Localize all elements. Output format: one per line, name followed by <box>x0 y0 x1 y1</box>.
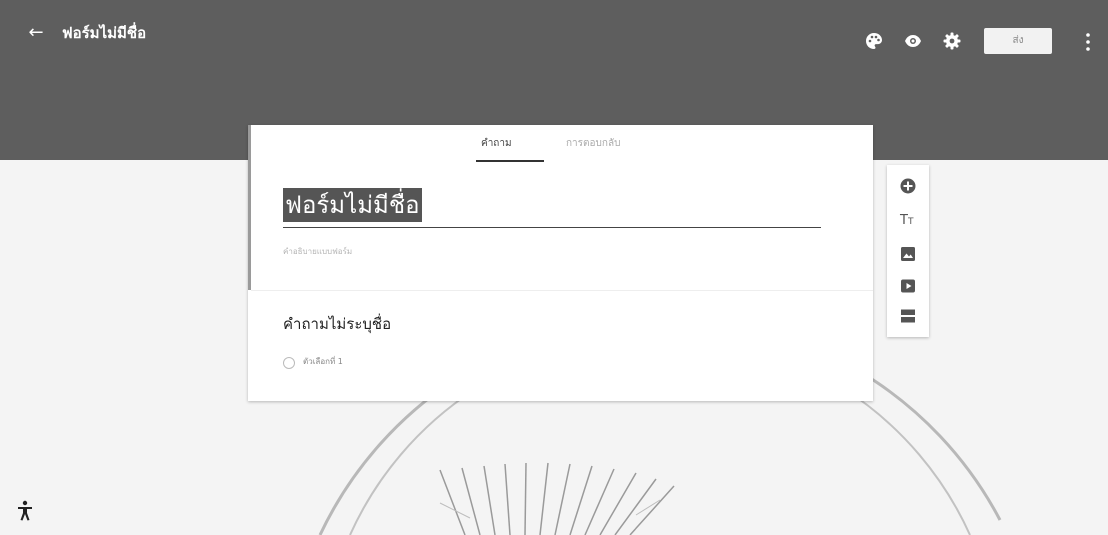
option-radio[interactable] <box>283 357 295 369</box>
send-button[interactable]: ส่ง <box>984 28 1052 54</box>
title-underline <box>283 227 821 228</box>
arrow-left-icon: ← <box>28 22 44 43</box>
add-circle-icon[interactable] <box>898 176 918 196</box>
accessibility-icon[interactable] <box>16 500 34 522</box>
text-title-icon[interactable]: T T <box>898 209 918 229</box>
active-tab-indicator <box>476 160 544 162</box>
svg-text:T: T <box>907 217 914 227</box>
section-divider <box>251 290 873 291</box>
svg-text:T: T <box>899 213 908 228</box>
back-button[interactable]: ← <box>24 21 48 45</box>
form-card: คำถาม การตอบกลับ ฟอร์มไม่มีชื่อ คำอธิบาย… <box>248 125 873 401</box>
gear-icon[interactable] <box>943 32 961 50</box>
tab-responses[interactable]: การตอบกลับ <box>566 137 620 151</box>
form-name-title[interactable]: ฟอร์มไม่มีชื่อ <box>62 22 146 44</box>
active-section-indicator <box>248 125 251 290</box>
image-icon[interactable] <box>898 244 918 264</box>
more-vert-icon[interactable] <box>1084 32 1092 52</box>
question-toolbar: T T <box>887 165 929 337</box>
question-title-input[interactable]: คำถามไม่ระบุชื่อ <box>283 313 391 335</box>
video-icon[interactable] <box>898 276 918 296</box>
palette-icon[interactable] <box>865 32 883 50</box>
tab-questions[interactable]: คำถาม <box>481 137 512 151</box>
eye-icon[interactable] <box>904 32 922 50</box>
form-title-input[interactable]: ฟอร์มไม่มีชื่อ <box>283 188 422 222</box>
section-icon[interactable] <box>898 306 918 326</box>
form-description-input[interactable]: คำอธิบายแบบฟอร์ม <box>283 246 352 258</box>
option-label-input[interactable]: ตัวเลือกที่ 1 <box>303 356 343 368</box>
